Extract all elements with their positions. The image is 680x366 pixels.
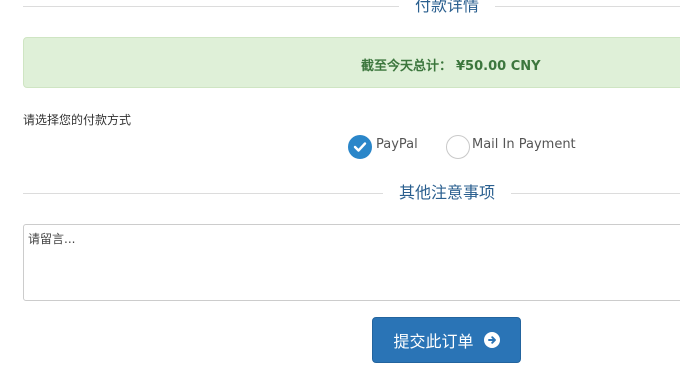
submit-order-button[interactable]: 提交此订单 — [372, 317, 521, 363]
arrow-right-circle-icon — [483, 332, 500, 348]
paypal-radio[interactable] — [348, 135, 372, 159]
paypal-label[interactable]: PayPal — [376, 137, 418, 152]
notes-divider — [23, 193, 680, 194]
mail-in-payment-radio[interactable] — [446, 135, 470, 159]
check-icon — [353, 142, 367, 152]
total-amount: ¥50.00 CNY — [456, 59, 541, 74]
payment-details-divider — [23, 6, 680, 7]
payment-details-title: 付款详情 — [399, 0, 496, 16]
notes-title: 其他注意事项 — [383, 183, 512, 203]
submit-order-label: 提交此订单 — [393, 332, 474, 351]
total-alert: 截至今天总计： ¥50.00 CNY — [23, 37, 680, 88]
total-label: 截至今天总计： — [361, 59, 453, 74]
mail-in-payment-label[interactable]: Mail In Payment — [472, 137, 576, 152]
payment-method-label: 请选择您的付款方式 — [23, 113, 132, 127]
total-text: 截至今天总计： ¥50.00 CNY — [361, 55, 541, 74]
notes-textarea[interactable] — [23, 224, 680, 301]
